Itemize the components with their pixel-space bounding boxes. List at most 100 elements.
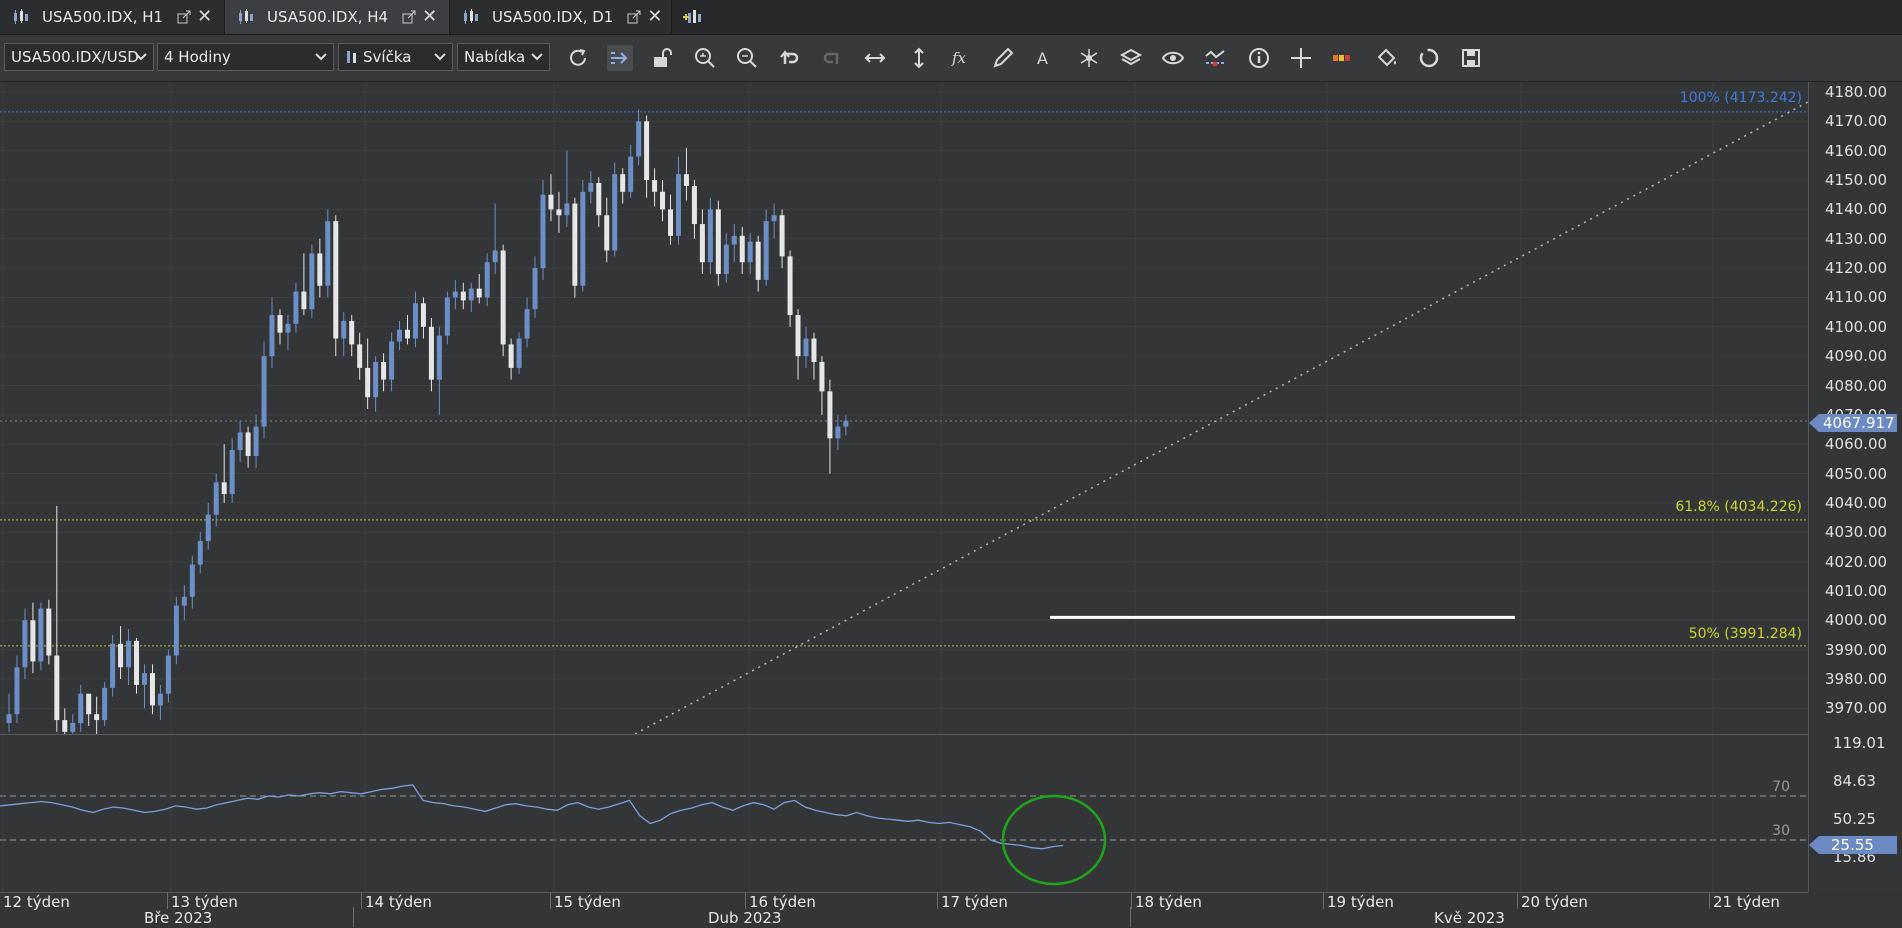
candle	[731, 224, 737, 263]
candle-body	[253, 426, 259, 456]
candle	[444, 291, 450, 345]
week-tick	[361, 893, 362, 909]
candle-body	[660, 191, 666, 210]
candle	[532, 256, 538, 318]
redo-button[interactable]	[820, 45, 846, 71]
chevron-down-icon	[135, 53, 147, 61]
candle-body	[771, 215, 777, 222]
lock-button[interactable]	[649, 45, 675, 71]
fib-level-618-label: 61.8% (4034.226)	[1675, 499, 1802, 515]
candle	[827, 379, 833, 474]
candle-body	[460, 291, 466, 301]
period-select[interactable]: 4 Hodiny	[157, 43, 334, 71]
time-axis[interactable]: 12 týden 13 týden 14 týden 15 týden 16 týden…	[0, 892, 1808, 928]
auto-shift-button[interactable]	[607, 45, 633, 71]
week-label: 19 týden	[1327, 893, 1394, 911]
candle	[580, 180, 586, 292]
price-side-value: Nabídka	[464, 48, 526, 66]
price-axis[interactable]: 4180.00 4170.00 4160.00 4150.00 4140.00 4130.…	[1808, 82, 1902, 892]
candle	[301, 253, 307, 316]
info-button[interactable]	[1246, 45, 1272, 71]
popout-icon[interactable]	[627, 10, 641, 24]
candle	[652, 168, 658, 207]
indicators-button[interactable]: fx	[948, 45, 974, 71]
text-tool-button[interactable]: A	[1032, 45, 1058, 71]
chart-type-select[interactable]: Svíčka	[338, 43, 453, 71]
candle-body	[38, 608, 44, 662]
zoom-out-icon	[737, 48, 757, 68]
tab-usa500-h1[interactable]: USA500.IDX, H1 ✕	[0, 0, 225, 34]
candle-body	[213, 482, 219, 515]
candle	[229, 438, 235, 503]
candle	[373, 356, 379, 412]
save-button[interactable]	[1458, 45, 1484, 71]
vertical-zoom-button[interactable]	[906, 45, 932, 71]
indicator-pane[interactable]: 70 30	[0, 735, 1808, 892]
zoom-in-button[interactable]	[692, 45, 718, 71]
week-tick	[1709, 893, 1710, 909]
popout-icon[interactable]	[402, 10, 416, 24]
candle-body	[827, 391, 833, 439]
candle-body	[237, 432, 243, 451]
drawing-button[interactable]	[990, 45, 1016, 71]
candle-body	[731, 235, 737, 245]
crosshair-button[interactable]	[1288, 45, 1314, 71]
candle	[436, 326, 442, 415]
candle	[213, 473, 219, 527]
candle-body	[588, 182, 594, 192]
candle	[787, 250, 793, 327]
tab-usa500-h4[interactable]: USA500.IDX, H4 ✕	[225, 0, 450, 34]
horizontal-zoom-button[interactable]	[862, 45, 888, 71]
sync-button[interactable]	[1416, 45, 1442, 71]
candle-body	[715, 209, 721, 274]
price-label: 4000.00	[1825, 611, 1888, 630]
week-label: 12 týden	[3, 893, 70, 911]
candle-body	[707, 209, 713, 263]
trend-line[interactable]	[634, 101, 1808, 734]
close-tab-icon[interactable]: ✕	[197, 8, 212, 26]
new-chart-button[interactable]	[672, 0, 712, 34]
paint-button[interactable]	[1374, 45, 1400, 71]
candlestick-chart[interactable]	[0, 82, 1808, 734]
undo-button[interactable]	[776, 45, 802, 71]
price-chart-area[interactable]: 100% (4173.242) 61.8% (4034.226) 50% (39…	[0, 82, 1808, 734]
refresh-button[interactable]	[565, 45, 591, 71]
candle	[237, 420, 243, 462]
alerts-button[interactable]	[1202, 45, 1228, 71]
candle	[141, 664, 147, 709]
candle-body	[452, 291, 458, 298]
candle	[30, 602, 36, 674]
candle-body	[763, 221, 769, 280]
popout-icon[interactable]	[177, 10, 191, 24]
price-side-select[interactable]: Nabídka	[457, 43, 550, 71]
zoom-out-button[interactable]	[734, 45, 760, 71]
price-label: 3980.00	[1825, 670, 1888, 688]
close-tab-icon[interactable]: ✕	[422, 8, 437, 26]
close-tab-icon[interactable]: ✕	[647, 8, 662, 26]
theme-button[interactable]	[1330, 45, 1356, 71]
layers-button[interactable]	[1118, 45, 1144, 71]
candle	[420, 297, 426, 339]
candle-body	[636, 121, 642, 157]
svg-text:A: A	[1037, 49, 1048, 68]
candle	[516, 332, 522, 374]
tab-label: USA500.IDX, H4	[267, 8, 389, 26]
candle-body	[381, 362, 387, 380]
shift-arrow-icon	[611, 52, 628, 64]
price-label: 4100.00	[1825, 317, 1888, 336]
month-label: Kvě 2023	[1434, 909, 1505, 927]
period-value: 4 Hodiny	[164, 48, 231, 66]
candle-body	[683, 174, 689, 186]
objects-button[interactable]	[1076, 45, 1102, 71]
oscillator-chart[interactable]	[0, 735, 1808, 892]
candle-body	[604, 215, 610, 251]
view-button[interactable]	[1160, 45, 1186, 71]
chevron-down-icon	[434, 53, 446, 61]
instrument-select[interactable]: USA500.IDX/USD	[4, 43, 154, 71]
candle	[165, 649, 171, 703]
add-chart-icon	[683, 10, 701, 23]
candle-body	[723, 244, 729, 274]
candle	[365, 338, 371, 409]
tab-usa500-d1[interactable]: USA500.IDX, D1 ✕	[450, 0, 672, 34]
candle	[779, 209, 785, 269]
